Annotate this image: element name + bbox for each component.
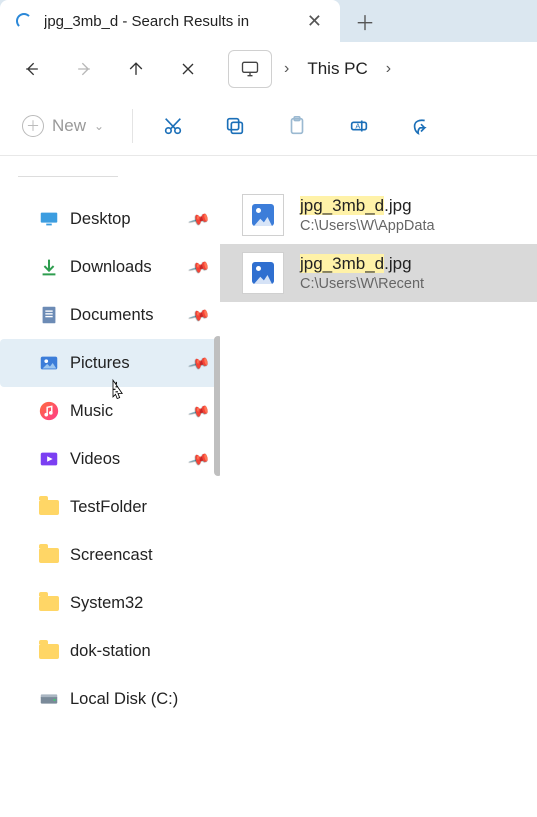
file-meta: jpg_3mb_d.jpg C:\Users\W\AppData bbox=[300, 196, 435, 234]
content-area: Desktop 📌 Downloads 📌 Documents 📌 Pictures 📌 Mus… bbox=[0, 156, 537, 817]
sidebar-item-system32[interactable]: System32 bbox=[0, 579, 220, 627]
sidebar-item-label: Documents bbox=[70, 306, 153, 325]
pin-icon: 📌 bbox=[187, 255, 211, 278]
new-label: New bbox=[52, 116, 86, 136]
sidebar-item-videos[interactable]: Videos 📌 bbox=[0, 435, 220, 483]
copy-icon bbox=[224, 115, 246, 137]
search-result-item[interactable]: jpg_3mb_d.jpg C:\Users\W\AppData bbox=[220, 186, 537, 244]
file-thumbnail bbox=[242, 252, 284, 294]
navigation-bar: › This PC › bbox=[0, 42, 537, 96]
sidebar-item-label: Desktop bbox=[70, 210, 131, 229]
disk-icon bbox=[38, 688, 60, 710]
back-button[interactable] bbox=[10, 47, 54, 91]
sidebar-item-label: Local Disk (C:) bbox=[70, 690, 178, 709]
document-icon bbox=[38, 304, 60, 326]
search-results-pane: jpg_3mb_d.jpgC:\Users\W\AppDatajpg_3mb_d… bbox=[220, 156, 537, 817]
desktop-icon bbox=[38, 208, 60, 230]
sidebar-item-label: System32 bbox=[70, 594, 143, 613]
sidebar-item-dok-station[interactable]: dok-station bbox=[0, 627, 220, 675]
sidebar-item-label: dok-station bbox=[70, 642, 151, 661]
tab-title: jpg_3mb_d - Search Results in bbox=[44, 13, 289, 30]
file-name: jpg_3mb_d.jpg bbox=[300, 254, 424, 274]
command-toolbar: ＋ New ⌄ A bbox=[0, 96, 537, 156]
arrow-left-icon bbox=[22, 59, 42, 79]
paste-button[interactable] bbox=[275, 104, 319, 148]
x-icon bbox=[178, 59, 198, 79]
breadcrumb-location[interactable]: This PC bbox=[301, 59, 373, 79]
svg-text:A: A bbox=[355, 121, 360, 130]
chevron-right-icon[interactable]: › bbox=[380, 60, 397, 78]
folder-icon bbox=[38, 544, 60, 566]
chevron-right-icon[interactable]: › bbox=[278, 60, 295, 78]
sidebar-item-label: Pictures bbox=[70, 354, 130, 373]
sidebar-item-testfolder[interactable]: TestFolder bbox=[0, 483, 220, 531]
pin-icon: 📌 bbox=[187, 207, 211, 230]
image-file-icon bbox=[252, 262, 274, 284]
navigation-sidebar: Desktop 📌 Downloads 📌 Documents 📌 Pictures 📌 Mus… bbox=[0, 156, 220, 817]
folder-icon bbox=[38, 592, 60, 614]
pin-icon: 📌 bbox=[187, 399, 211, 422]
new-tab-button[interactable]: ＋ bbox=[340, 0, 390, 42]
sidebar-item-local-disk-c-[interactable]: Local Disk (C:) bbox=[0, 675, 220, 723]
folder-icon bbox=[38, 496, 60, 518]
forward-button[interactable] bbox=[62, 47, 106, 91]
search-result-item[interactable]: jpg_3mb_d.jpg C:\Users\W\Recent bbox=[220, 244, 537, 302]
file-name: jpg_3mb_d.jpg bbox=[300, 196, 435, 216]
chevron-down-icon: ⌄ bbox=[94, 119, 104, 133]
arrow-up-icon bbox=[126, 59, 146, 79]
videos-icon bbox=[38, 448, 60, 470]
pin-icon: 📌 bbox=[187, 303, 211, 326]
new-menu-button[interactable]: ＋ New ⌄ bbox=[12, 109, 114, 143]
scissors-icon bbox=[162, 115, 184, 137]
sidebar-item-label: TestFolder bbox=[70, 498, 147, 517]
folder-icon bbox=[38, 640, 60, 662]
rename-icon: A bbox=[348, 115, 370, 137]
download-icon bbox=[38, 256, 60, 278]
file-path: C:\Users\W\AppData bbox=[300, 218, 435, 234]
tab-bar: jpg_3mb_d - Search Results in ✕ ＋ bbox=[0, 0, 537, 42]
pin-icon: 📌 bbox=[187, 447, 211, 470]
music-icon bbox=[38, 400, 60, 422]
clipboard-icon bbox=[286, 115, 308, 137]
separator bbox=[132, 109, 133, 143]
copy-button[interactable] bbox=[213, 104, 257, 148]
file-path: C:\Users\W\Recent bbox=[300, 276, 424, 292]
sidebar-divider bbox=[18, 176, 118, 177]
file-meta: jpg_3mb_d.jpg C:\Users\W\Recent bbox=[300, 254, 424, 292]
share-icon bbox=[410, 115, 432, 137]
share-button[interactable] bbox=[399, 104, 443, 148]
sidebar-item-screencast[interactable]: Screencast bbox=[0, 531, 220, 579]
mouse-cursor-icon bbox=[108, 378, 128, 404]
sidebar-item-downloads[interactable]: Downloads 📌 bbox=[0, 243, 220, 291]
monitor-icon bbox=[240, 59, 260, 79]
sidebar-item-label: Videos bbox=[70, 450, 120, 469]
address-bar[interactable]: › This PC › bbox=[228, 50, 397, 88]
sidebar-item-label: Downloads bbox=[70, 258, 152, 277]
sidebar-item-label: Screencast bbox=[70, 546, 153, 565]
cut-button[interactable] bbox=[151, 104, 195, 148]
file-thumbnail bbox=[242, 194, 284, 236]
plus-circle-icon: ＋ bbox=[22, 115, 44, 137]
arrow-right-icon bbox=[74, 59, 94, 79]
pin-icon: 📌 bbox=[187, 351, 211, 374]
cancel-navigation-button[interactable] bbox=[166, 47, 210, 91]
pictures-icon bbox=[38, 352, 60, 374]
sidebar-item-desktop[interactable]: Desktop 📌 bbox=[0, 195, 220, 243]
location-root-button[interactable] bbox=[228, 50, 272, 88]
image-file-icon bbox=[252, 204, 274, 226]
sidebar-item-label: Music bbox=[70, 402, 113, 421]
loading-spinner-icon bbox=[16, 13, 32, 29]
up-button[interactable] bbox=[114, 47, 158, 91]
rename-button[interactable]: A bbox=[337, 104, 381, 148]
tab-active[interactable]: jpg_3mb_d - Search Results in ✕ bbox=[0, 0, 340, 42]
sidebar-item-documents[interactable]: Documents 📌 bbox=[0, 291, 220, 339]
tab-close-button[interactable]: ✕ bbox=[301, 11, 328, 32]
